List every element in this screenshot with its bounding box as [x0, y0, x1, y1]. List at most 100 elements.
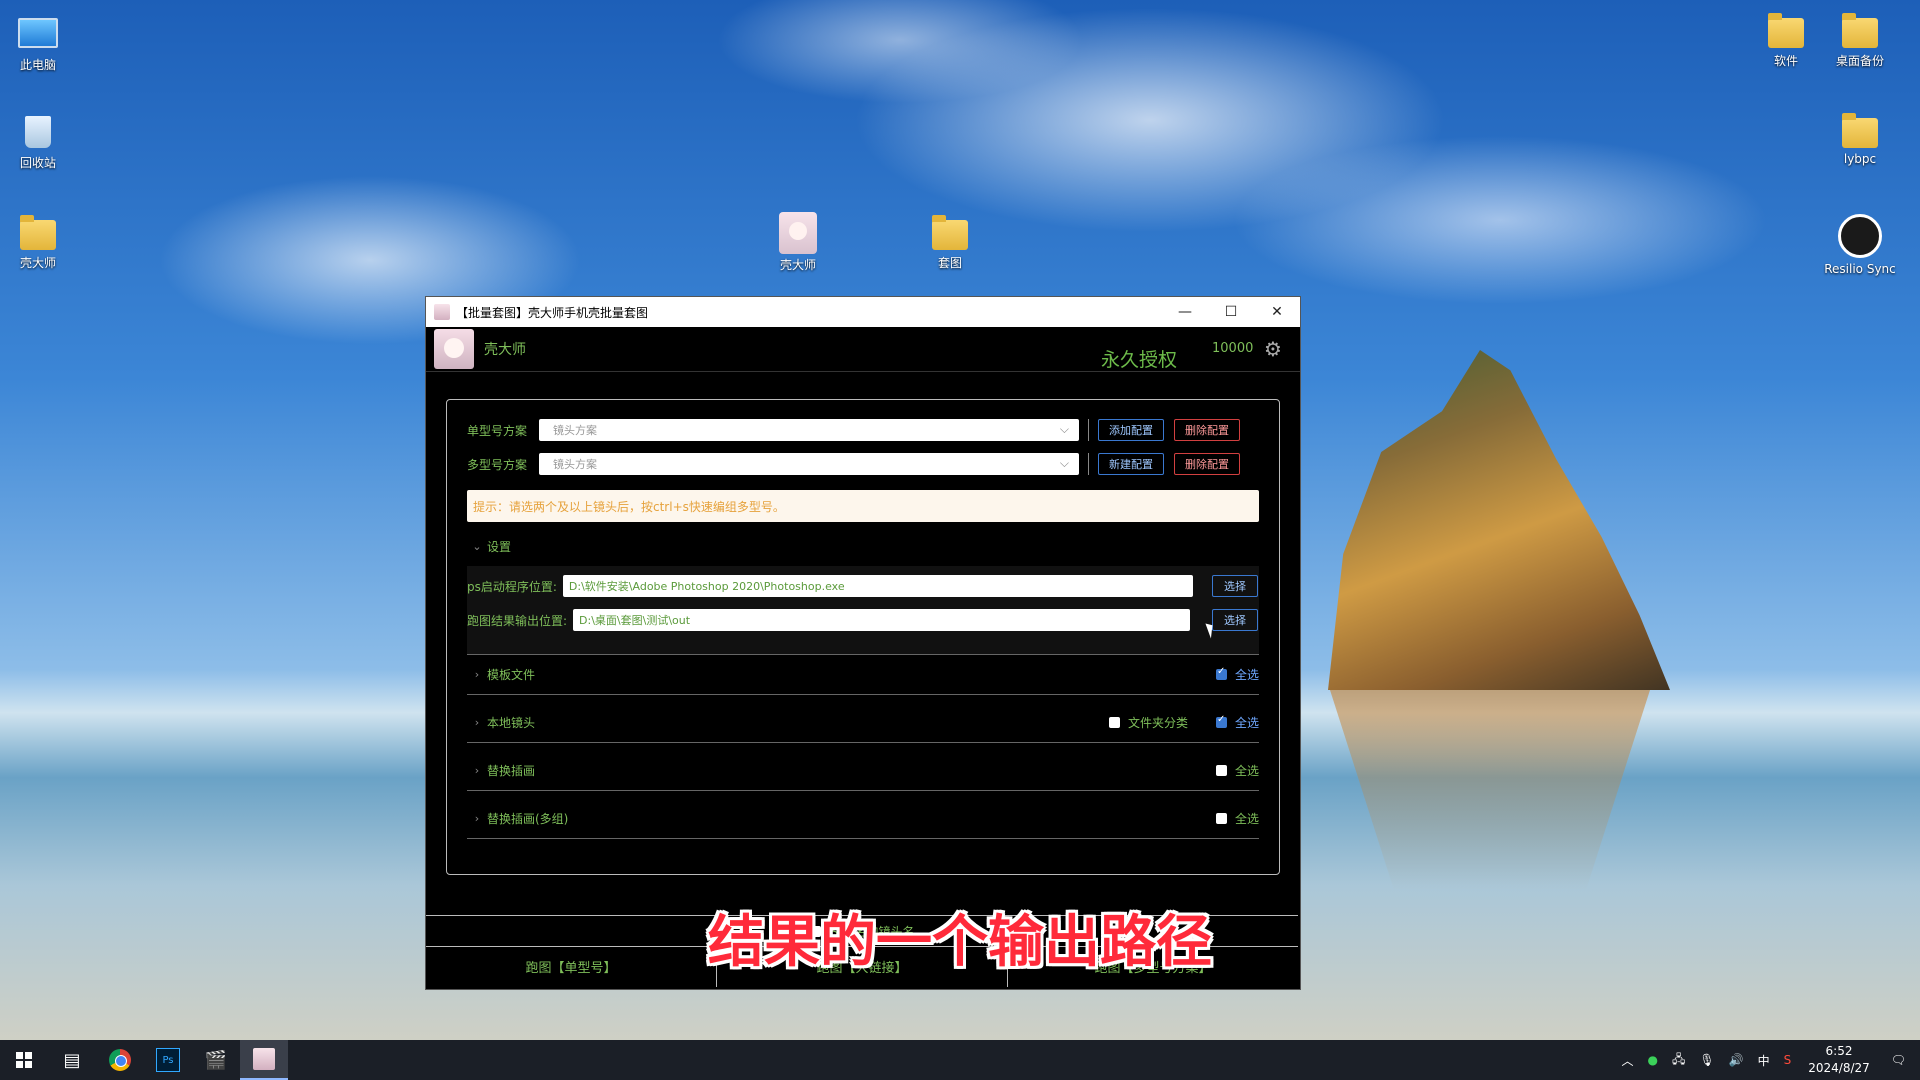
photoshop-icon: Ps	[156, 1048, 180, 1072]
checkbox-checked[interactable]	[1215, 714, 1227, 728]
local-lens-select-all[interactable]: 全选	[1215, 714, 1259, 731]
output-path-row: 跑图结果输出位置: D:\桌面\套图\测试\out	[467, 608, 1191, 632]
desktop-icon-recycle-bin[interactable]: 回收站	[0, 110, 76, 171]
select-all-label: 全选	[1234, 811, 1259, 826]
desktop-icon-label: Resilio Sync	[1824, 262, 1896, 276]
checkbox-unchecked[interactable]	[1108, 716, 1120, 728]
replace-select-all[interactable]: 全选	[1215, 762, 1259, 779]
chevron-up-icon[interactable]: ︿	[1622, 1052, 1634, 1069]
chevron-down-icon: ⌄	[472, 539, 482, 553]
sogou-icon[interactable]: S	[1784, 1053, 1792, 1067]
choose-output-button[interactable]: 选择	[1212, 609, 1258, 631]
app-header: 壳大师 永久授权 10000 ⚙	[426, 327, 1300, 372]
wallpaper-reflection	[1330, 690, 1650, 890]
taskbar-photoshop[interactable]: Ps	[144, 1040, 192, 1080]
single-scheme-row: 单型号方案 镜头方案 ⌵ 添加配置 删除配置	[467, 418, 1250, 442]
desktop-icon-label: lybpc	[1843, 152, 1877, 166]
new-config-button[interactable]: 新建配置	[1098, 453, 1164, 475]
sync-icon	[1838, 214, 1882, 258]
recycle-bin-icon	[25, 116, 51, 148]
choose-ps-button[interactable]: 选择	[1212, 575, 1258, 597]
multi-scheme-select[interactable]: 镜头方案 ⌵	[539, 453, 1079, 475]
microphone-icon[interactable]: 🎙	[1699, 1053, 1714, 1067]
wallpaper-rock	[1328, 350, 1670, 690]
app-avatar-icon	[779, 212, 817, 254]
window-title: 【批量套图】壳大师手机壳批量套图	[456, 305, 649, 320]
desktop-icon-resilio-sync[interactable]: Resilio Sync	[1822, 208, 1898, 276]
taskbar-notepad[interactable]: ▤	[48, 1040, 96, 1080]
replace-section-header[interactable]: › 替换插画 全选	[467, 750, 1259, 791]
settings-title: 设置	[487, 539, 512, 554]
checkbox-unchecked[interactable]	[1215, 812, 1227, 824]
desktop-icon-kedashi-app[interactable]: 壳大师	[760, 208, 836, 273]
desktop-icon-label: 壳大师	[19, 256, 56, 270]
computer-icon	[18, 18, 58, 48]
maximize-button[interactable]: ☐	[1208, 297, 1254, 327]
taskbar-video-editor[interactable]: 🎬	[192, 1040, 240, 1080]
quota-count: 10000	[1212, 341, 1254, 356]
chevron-right-icon: ›	[474, 763, 480, 777]
chevron-right-icon: ›	[474, 667, 480, 681]
ps-path-label: ps启动程序位置:	[467, 579, 557, 594]
clock-date: 2024/8/27	[1808, 1061, 1870, 1075]
start-button[interactable]	[0, 1040, 48, 1080]
local-lens-title: 本地镜头	[487, 715, 536, 730]
templates-section-header[interactable]: › 模板文件 全选	[467, 654, 1259, 695]
single-scheme-select[interactable]: 镜头方案 ⌵	[539, 419, 1079, 441]
folder-icon	[932, 215, 968, 250]
windows-icon	[16, 1052, 32, 1068]
wechat-icon[interactable]: ●	[1648, 1053, 1658, 1067]
clock[interactable]: 6:52 2024/8/27	[1808, 1043, 1870, 1077]
desktop-icon-kedashi-folder[interactable]: 壳大师	[0, 212, 76, 271]
select-placeholder: 镜头方案	[553, 458, 597, 471]
replace-multi-select-all[interactable]: 全选	[1215, 810, 1259, 827]
templates-title: 模板文件	[487, 667, 536, 682]
run-single-button[interactable]: 跑图【单型号】	[426, 945, 717, 987]
taskbar-chrome[interactable]	[96, 1040, 144, 1080]
single-scheme-label: 单型号方案	[467, 423, 528, 438]
desktop-icon-software[interactable]: 软件	[1748, 10, 1824, 69]
select-placeholder: 镜头方案	[553, 424, 597, 437]
select-all-label: 全选	[1234, 715, 1259, 730]
desktop-icon-lybpc[interactable]: lybpc	[1822, 110, 1898, 166]
window-titlebar[interactable]: 【批量套图】壳大师手机壳批量套图 — ☐ ✕	[426, 297, 1300, 327]
folder-icon	[1842, 13, 1878, 48]
clock-time: 6:52	[1825, 1044, 1853, 1058]
ps-path-input[interactable]: D:\软件安装\Adobe Photoshop 2020\Photoshop.e…	[562, 575, 1193, 597]
replace-multi-title: 替换插画(多组)	[487, 811, 569, 826]
gear-icon[interactable]: ⚙	[1264, 337, 1282, 361]
desktop-icon-this-pc[interactable]: 此电脑	[0, 10, 76, 73]
kedashi-icon	[253, 1048, 275, 1070]
license-status: 永久授权	[1101, 349, 1178, 371]
select-all-label: 全选	[1234, 667, 1259, 682]
templates-select-all[interactable]: 全选	[1215, 666, 1259, 683]
checkbox-checked[interactable]	[1215, 666, 1227, 680]
settings-section-header[interactable]: ⌄ 设置	[467, 526, 1259, 566]
system-tray: ︿ ● 🖧 🎙 🔊 中 S 6:52 2024/8/27 🗨	[1615, 1040, 1920, 1080]
notification-icon[interactable]: 🗨	[1891, 1053, 1906, 1067]
chevron-right-icon: ›	[474, 715, 480, 729]
delete-config-button[interactable]: 删除配置	[1174, 419, 1240, 441]
add-config-button[interactable]: 添加配置	[1098, 419, 1164, 441]
taskbar-kedashi[interactable]	[240, 1040, 288, 1080]
volume-icon[interactable]: 🔊	[1729, 1053, 1744, 1067]
desktop-icon-desktop-backup[interactable]: 桌面备份	[1822, 10, 1898, 69]
output-path-input[interactable]: D:\桌面\套图\测试\out	[573, 609, 1191, 631]
tip-banner: 提示：请选两个及以上镜头后，按ctrl+s快速编组多型号。	[467, 490, 1259, 522]
desktop-icon-taotu-folder[interactable]: 套图	[912, 212, 988, 271]
checkbox-unchecked[interactable]	[1215, 764, 1227, 776]
video-subtitle: 结果的一个输出路径	[708, 910, 1212, 975]
replace-multi-section-header[interactable]: › 替换插画(多组) 全选	[467, 798, 1259, 839]
multi-scheme-row: 多型号方案 镜头方案 ⌵ 新建配置 删除配置	[467, 452, 1250, 476]
network-icon[interactable]: 🖧	[1672, 1050, 1685, 1071]
local-lens-section-header[interactable]: › 本地镜头 文件夹分类 全选	[467, 702, 1259, 743]
ps-path-row: ps启动程序位置: D:\软件安装\Adobe Photoshop 2020\P…	[467, 574, 1193, 598]
chevron-down-icon: ⌵	[1059, 422, 1069, 436]
minimize-button[interactable]: —	[1162, 297, 1208, 327]
close-button[interactable]: ✕	[1254, 297, 1300, 327]
folder-classify-option[interactable]: 文件夹分类	[1108, 714, 1188, 731]
chevron-right-icon: ›	[474, 811, 480, 825]
app-logo	[434, 329, 474, 369]
ime-indicator[interactable]: 中	[1758, 1052, 1770, 1069]
delete-config-button-2[interactable]: 删除配置	[1174, 453, 1240, 475]
